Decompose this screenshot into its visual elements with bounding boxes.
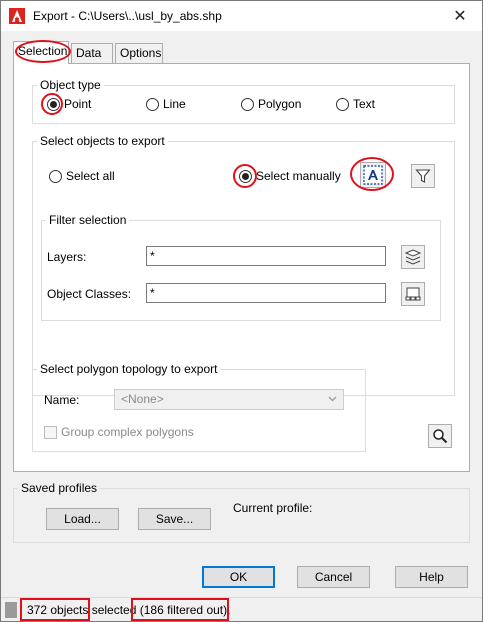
close-button[interactable]: ✕ (438, 1, 482, 31)
group-complex-polygons-checkbox[interactable]: Group complex polygons (44, 425, 194, 439)
topology-name-label: Name: (44, 393, 80, 407)
autocad-app-icon (9, 8, 25, 24)
current-profile-label: Current profile: (233, 501, 313, 515)
annotation-box-filtered-count (131, 598, 229, 621)
saved-profiles-legend: Saved profiles (21, 481, 98, 495)
annotation-circle-select-objects (350, 157, 394, 191)
status-bar: 372 objects selected (186 filtered out). (1, 597, 482, 621)
group-complex-checkbox-box[interactable] (44, 425, 57, 439)
window-title: Export - C:\Users\..\usl_by_abs.shp (33, 9, 222, 23)
tab-options-label: Options (120, 46, 162, 60)
zoom-to-button[interactable] (428, 424, 452, 448)
magnifier-icon (433, 429, 448, 444)
radio-line-indicator[interactable] (146, 97, 159, 111)
radio-line-label: Line (163, 97, 186, 111)
radio-select-manually-label: Select manually (256, 169, 341, 183)
cancel-button[interactable]: Cancel (297, 566, 370, 588)
filter-selection-group: Filter selection (41, 213, 441, 321)
group-complex-label: Group complex polygons (61, 425, 194, 439)
layers-input[interactable]: * (146, 246, 386, 266)
radio-polygon-label: Polygon (258, 97, 302, 111)
radio-select-all-label: Select all (66, 169, 115, 183)
tab-data[interactable]: Data (71, 43, 113, 63)
title-bar[interactable]: Export - C:\Users\..\usl_by_abs.shp ✕ (1, 1, 482, 31)
annotation-circle-select-manually (233, 164, 257, 188)
object-classes-picker-button[interactable] (401, 282, 425, 306)
topology-name-value: <None> (121, 392, 164, 406)
export-dialog: Export - C:\Users\..\usl_by_abs.shp ✕ Se… (0, 0, 483, 622)
radio-point-label: Point (64, 97, 92, 111)
radio-text-label: Text (353, 97, 376, 111)
radio-polygon-indicator[interactable] (241, 97, 254, 111)
radio-select-all-indicator[interactable] (49, 169, 62, 183)
annotation-box-selected-count (20, 598, 90, 621)
tab-data-label: Data (76, 46, 102, 60)
chevron-down-icon (328, 396, 337, 402)
status-grip (5, 602, 17, 618)
annotation-circle-selection-tab (15, 40, 71, 63)
radio-text[interactable]: Text (336, 97, 375, 111)
radio-text-indicator[interactable] (336, 97, 349, 111)
tab-options[interactable]: Options (115, 43, 163, 63)
radio-polygon[interactable]: Polygon (241, 97, 301, 111)
close-icon: ✕ (453, 8, 467, 25)
select-objects-legend: Select objects to export (40, 134, 165, 148)
quick-select-button[interactable] (411, 164, 435, 188)
object-classes-label: Object Classes: (47, 287, 132, 301)
layers-stack-icon (404, 249, 422, 265)
help-button[interactable]: Help (395, 566, 468, 588)
save-profile-button[interactable]: Save... (138, 508, 211, 530)
load-profile-button[interactable]: Load... (46, 508, 119, 530)
filter-selection-legend: Filter selection (49, 213, 127, 227)
selection-tab-panel: Object type Point Line Polygon Text Sele… (13, 63, 470, 472)
annotation-circle-point (41, 93, 63, 115)
object-type-legend: Object type (40, 78, 101, 92)
radio-line[interactable]: Line (146, 97, 186, 111)
ok-button[interactable]: OK (202, 566, 275, 588)
topology-name-select[interactable]: <None> (114, 389, 344, 410)
object-classes-input[interactable]: * (146, 283, 386, 303)
layers-label: Layers: (47, 250, 87, 264)
polygon-topology-legend: Select polygon topology to export (40, 362, 218, 376)
layers-picker-button[interactable] (401, 245, 425, 269)
object-classes-icon (405, 287, 421, 301)
radio-select-all[interactable]: Select all (49, 169, 115, 183)
filter-funnel-icon (415, 169, 431, 183)
